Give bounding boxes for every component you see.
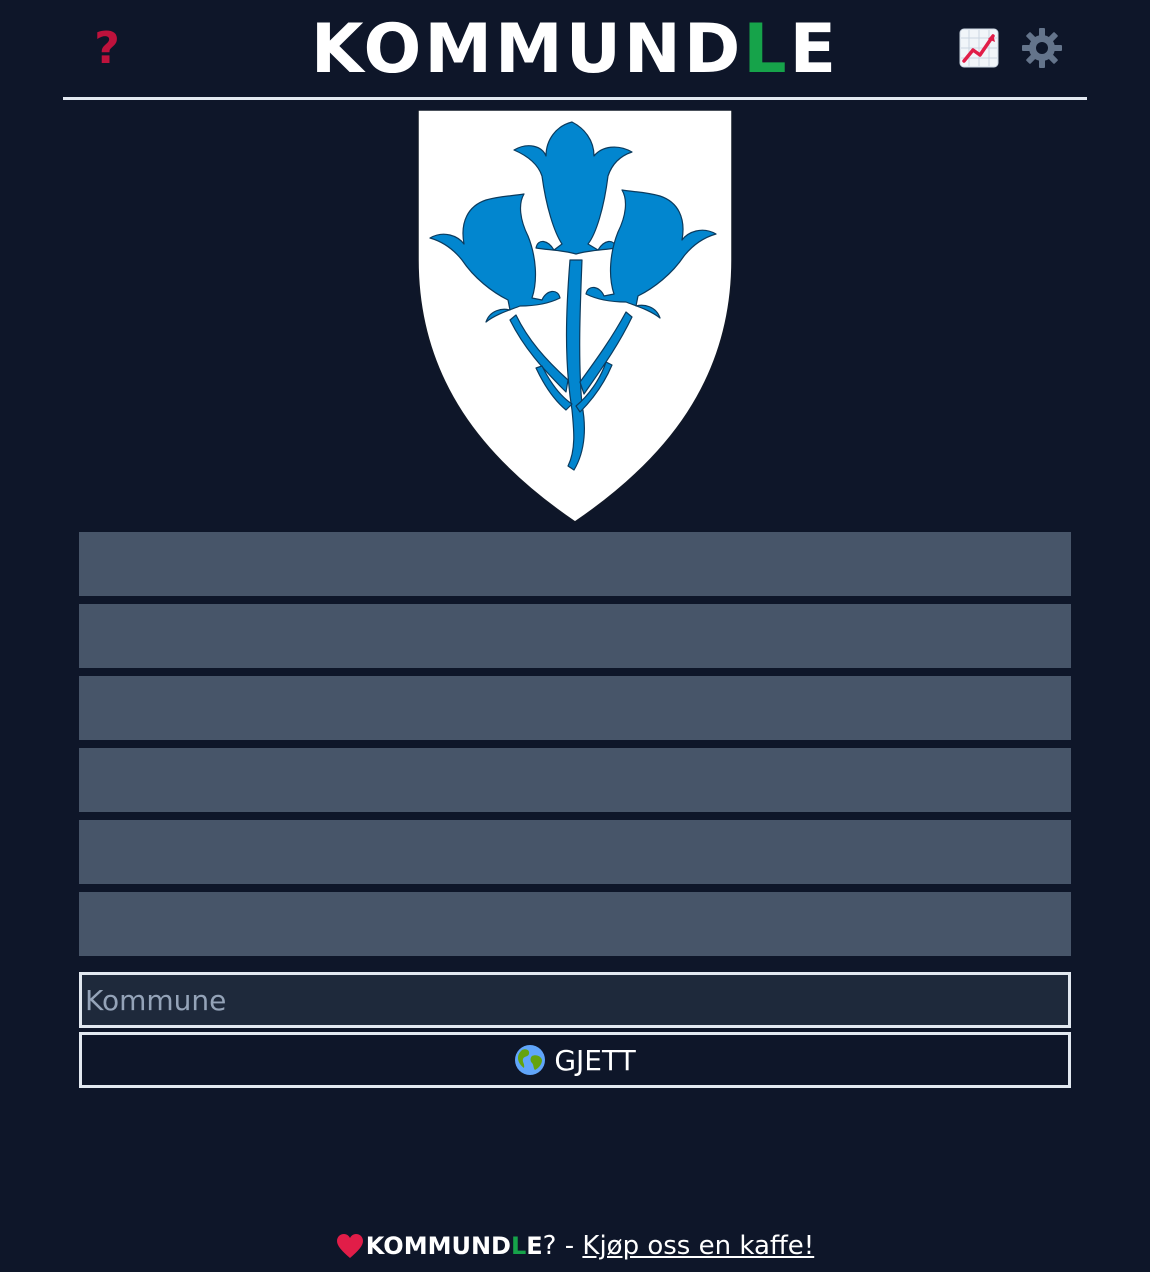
- heart-icon: [336, 1234, 363, 1258]
- title-prefix: KOMMUND: [310, 10, 744, 89]
- guess-button[interactable]: GJETT: [79, 1032, 1071, 1088]
- municipality-input-wrapper: [79, 972, 1071, 1028]
- guess-row: [79, 748, 1071, 812]
- app-header: ? KOMMUNDLE: [63, 0, 1087, 100]
- gear-icon: [1022, 28, 1062, 68]
- title-suffix: E: [789, 10, 840, 89]
- buy-coffee-link[interactable]: Kjøp oss en kaffe!: [582, 1226, 814, 1266]
- footer-separator: ? -: [542, 1231, 583, 1261]
- coat-of-arms-image: [417, 110, 733, 523]
- guess-button-label: GJETT: [554, 1043, 636, 1077]
- guess-row: [79, 676, 1071, 740]
- guess-row: [79, 532, 1071, 596]
- guess-row: [79, 604, 1071, 668]
- statistics-button[interactable]: [959, 28, 999, 68]
- footer-brand-highlight: L: [510, 1232, 527, 1260]
- chart-increasing-icon: [959, 28, 999, 68]
- settings-button[interactable]: [1020, 26, 1064, 70]
- footer-brand-suffix: E: [526, 1232, 543, 1260]
- footer-brand-prefix: KOMMUND: [365, 1232, 511, 1260]
- footer: KOMMUNDLE? - Kjøp oss en kaffe!: [0, 1226, 1150, 1266]
- game-page: ? KOMMUNDLE Kommune GJETT KOMMUNDLE ? - …: [0, 0, 1150, 1272]
- globe-icon: [515, 1045, 546, 1075]
- guess-list: [79, 532, 1071, 964]
- page-title: KOMMUNDLE: [63, 8, 1087, 92]
- title-highlight: L: [743, 10, 790, 89]
- municipality-input[interactable]: [79, 972, 1071, 1028]
- footer-brand: KOMMUNDLE: [366, 1226, 543, 1266]
- guess-row: [79, 820, 1071, 884]
- guess-row: [79, 892, 1071, 956]
